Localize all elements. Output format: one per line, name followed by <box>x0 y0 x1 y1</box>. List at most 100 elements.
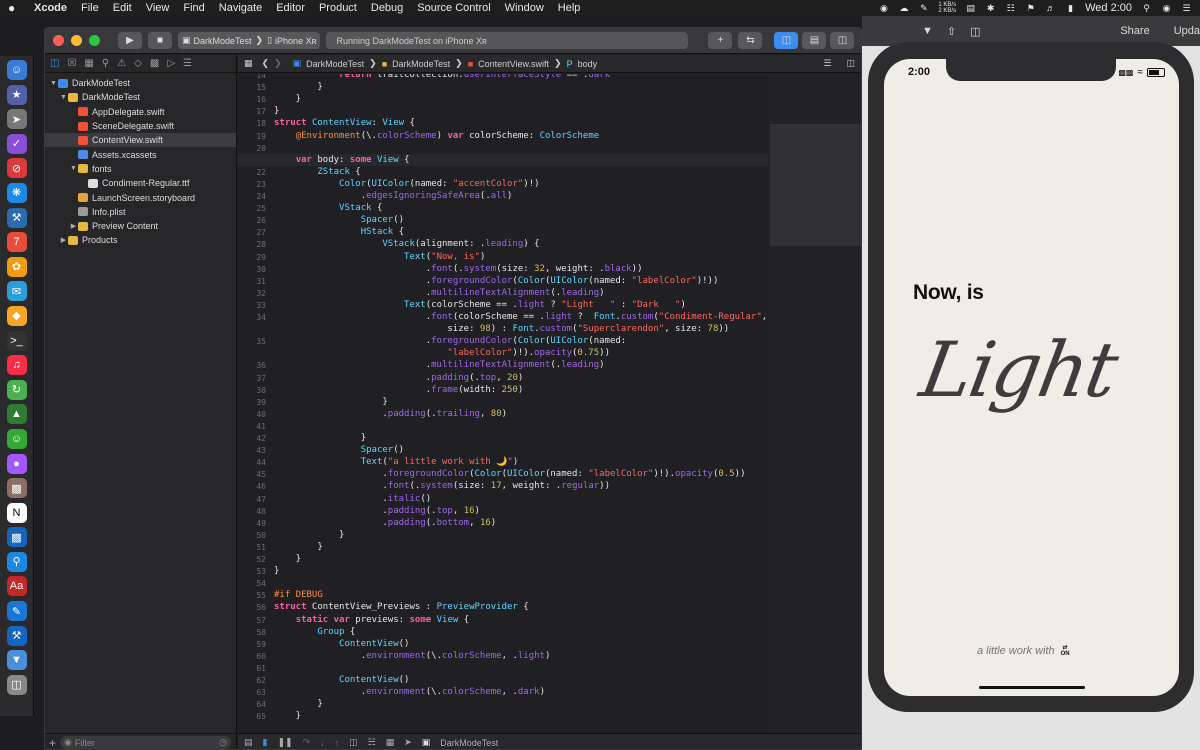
photos-icon[interactable]: ✿ <box>6 256 27 277</box>
code-line[interactable]: .font(.system(size: 32, weight: .black)) <box>274 264 643 274</box>
tree-item[interactable]: ContentView.swift <box>45 133 236 148</box>
tree-item[interactable]: AppDelegate.swift <box>45 105 236 119</box>
disclosure-triangle-icon[interactable]: ▶ <box>69 222 78 230</box>
code-line[interactable]: } <box>274 82 322 92</box>
code-line[interactable]: } <box>274 106 279 116</box>
debug-tab-icon[interactable]: ▩ <box>150 58 159 69</box>
record-icon[interactable]: ◉ <box>878 3 889 14</box>
environment-overrides-icon[interactable]: ▦ <box>386 737 395 748</box>
recent-files-icon[interactable]: ◷ <box>219 737 227 748</box>
code-line[interactable]: .padding(.top, 16) <box>274 506 480 516</box>
code-line[interactable]: .multilineTextAlignment(.leading) <box>274 288 605 298</box>
code-line[interactable]: .edgesIgnoringSafeArea(.all) <box>274 191 513 201</box>
cloud-icon[interactable]: ☁ <box>898 3 909 14</box>
toggle-debug-area-button[interactable]: ▤ <box>802 32 827 49</box>
view-hierarchy-icon[interactable]: ◫ <box>349 737 358 748</box>
trash-icon[interactable]: ◫ <box>6 674 27 695</box>
stop-button[interactable]: ■ <box>148 32 172 49</box>
toggle-navigator-button[interactable]: ◫ <box>774 32 799 49</box>
source-control-tab-icon[interactable]: ☒ <box>67 58 76 69</box>
code-line[interactable]: ContentView() <box>274 639 409 649</box>
terminal-icon[interactable]: >_ <box>6 330 27 351</box>
code-line[interactable]: Text("Now, is") <box>274 252 485 262</box>
code-line[interactable]: } <box>274 94 301 104</box>
code-line[interactable]: .environment(\.colorScheme, .dark) <box>274 687 545 697</box>
code-line[interactable]: .foregroundColor(Color(UIColor(named: <box>274 336 627 346</box>
menu-navigate[interactable]: Navigate <box>219 2 262 14</box>
wifi-icon[interactable]: ☷ <box>1005 3 1016 14</box>
code-line[interactable]: .italic() <box>274 494 431 504</box>
disclosure-triangle-icon[interactable]: ▼ <box>49 80 58 87</box>
download-icon[interactable]: ▼ <box>922 25 933 37</box>
code-line[interactable]: static var previews: some View { <box>274 615 469 625</box>
menu-product[interactable]: Product <box>319 2 357 14</box>
sketch-icon[interactable]: ◆ <box>6 305 27 326</box>
menu-editor[interactable]: Editor <box>276 2 305 14</box>
toggle-console-icon[interactable]: ▤ <box>244 737 253 748</box>
code-line[interactable]: .padding(.top, 20) <box>274 373 524 383</box>
pen-icon[interactable]: ✎ <box>918 3 929 14</box>
breadcrumb-file[interactable]: ContentView.swift <box>478 59 549 69</box>
blocked-app-icon[interactable]: ⊘ <box>6 158 27 179</box>
pin-icon[interactable]: ⚲ <box>6 551 27 572</box>
share-button[interactable]: Share <box>1120 25 1149 37</box>
close-window-button[interactable] <box>53 35 64 46</box>
activity-graph-icon[interactable]: ▤ <box>965 3 976 14</box>
apple-menu-icon[interactable]: ● <box>8 1 22 15</box>
menu-find[interactable]: Find <box>183 2 204 14</box>
breadcrumb-symbol[interactable]: body <box>578 59 598 69</box>
maps-icon[interactable]: ▲ <box>6 404 27 425</box>
code-line[interactable]: @Environment(\.colorScheme) var colorSch… <box>274 131 599 141</box>
code-line[interactable]: ZStack { <box>274 167 360 177</box>
code-review-button[interactable]: ⇆ <box>738 32 763 49</box>
tree-item[interactable]: LaunchScreen.storyboard <box>45 190 236 204</box>
step-out-icon[interactable]: ↑ <box>335 738 340 748</box>
menu-source-control[interactable]: Source Control <box>417 2 490 14</box>
pause-icon[interactable]: ❚❚ <box>277 737 292 748</box>
run-button[interactable]: ▶ <box>118 32 142 49</box>
breadcrumb-group[interactable]: DarkModeTest <box>392 59 450 69</box>
siri-icon[interactable]: ◉ <box>1161 3 1172 14</box>
preview-icon[interactable]: ▩ <box>6 527 27 548</box>
library-button[interactable]: + <box>708 32 733 49</box>
code-line[interactable]: } <box>274 542 322 552</box>
breadcrumb-project[interactable]: DarkModeTest <box>306 59 364 69</box>
sync-icon[interactable]: ↻ <box>6 379 27 400</box>
minimap-visible-region[interactable] <box>770 124 861 246</box>
network-stats[interactable]: 1 KB/s 2 KB/s <box>938 2 956 14</box>
code-line[interactable]: "labelColor")!).opacity(0.75)) <box>274 348 610 358</box>
flag-icon[interactable]: ⚑ <box>1025 3 1036 14</box>
code-line[interactable]: #if DEBUG <box>274 590 323 600</box>
tree-item[interactable]: ▼ DarkModeTest <box>45 90 236 104</box>
code-line[interactable]: } <box>274 566 279 576</box>
symbol-tab-icon[interactable]: ▦ <box>84 58 93 69</box>
tree-item[interactable]: Info.plist <box>45 205 236 219</box>
simulator-screen[interactable]: 2:00 ▩▩ ≈ Now, is Light a little work wi… <box>884 59 1179 696</box>
code-line[interactable]: struct ContentView: View { <box>274 118 415 128</box>
forward-arrow-icon[interactable]: ❯ <box>274 58 282 69</box>
breakpoints-toggle-icon[interactable]: ▮ <box>263 737 268 748</box>
zoom-window-button[interactable] <box>89 35 100 46</box>
code-line[interactable]: .multilineTextAlignment(.leading) <box>274 360 605 370</box>
code-line[interactable]: Text("a little work with 🌙") <box>274 457 519 467</box>
figma-icon[interactable]: ● <box>6 453 27 474</box>
scheme-selector[interactable]: ▣ DarkModeTest ❯ ▯ iPhone Xʀ <box>178 32 321 49</box>
menu-app-name[interactable]: Xcode <box>34 2 67 14</box>
code-line[interactable]: var body: some View { <box>274 155 410 165</box>
tree-item[interactable]: ▼ fonts <box>45 162 236 176</box>
dictionary-icon[interactable]: Aa <box>6 576 27 597</box>
notion-icon[interactable]: N <box>6 502 27 523</box>
report-tab-icon[interactable]: ☰ <box>183 58 192 69</box>
code-line[interactable]: Color(UIColor(named: "accentColor")!) <box>274 179 540 189</box>
launchpad-icon[interactable]: ★ <box>6 84 27 105</box>
add-file-icon[interactable]: + <box>49 736 56 750</box>
code-line[interactable]: VStack(alignment: .leading) { <box>274 239 539 249</box>
code-line[interactable]: Text(colorScheme == .light ? "Light " : … <box>274 300 686 310</box>
downloads-folder-icon[interactable]: ▼ <box>6 650 27 671</box>
code-line[interactable]: VStack { <box>274 203 382 213</box>
tree-item[interactable]: ▶ Products <box>45 233 236 247</box>
disclosure-triangle-icon[interactable]: ▼ <box>69 165 78 172</box>
minimize-window-button[interactable] <box>71 35 82 46</box>
code-line[interactable]: Spacer() <box>274 215 404 225</box>
code-line[interactable]: struct ContentView_Previews : PreviewPro… <box>274 602 529 612</box>
